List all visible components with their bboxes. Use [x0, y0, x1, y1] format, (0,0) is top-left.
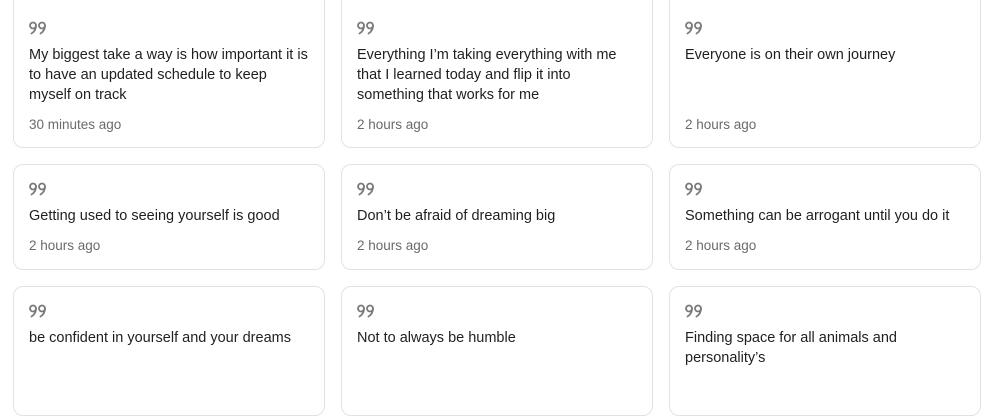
timestamp: 30 minutes ago [29, 117, 122, 132]
feedback-text: Getting used to seeing yourself is good [29, 208, 280, 224]
quote-icon [29, 304, 47, 318]
quote-icon [685, 182, 703, 196]
timestamp: 2 hours ago [29, 238, 101, 253]
quote-icon [357, 304, 375, 318]
feedback-card[interactable]: Finding space for all animals and person… [669, 286, 981, 416]
feedback-card[interactable]: Everyone is on their own journey 2 hours… [669, 0, 981, 148]
feedback-text: Something can be arrogant until you do i… [685, 208, 950, 224]
feedback-text: Not to always be humble [357, 330, 516, 346]
quote-icon [357, 21, 375, 35]
timestamp: 2 hours ago [685, 117, 757, 132]
feedback-card[interactable]: Something can be arrogant until you do i… [669, 164, 981, 270]
feedback-card[interactable]: Getting used to seeing yourself is good … [13, 164, 325, 270]
feedback-card[interactable]: be confident in yourself and your dreams [13, 286, 325, 416]
quote-icon [685, 21, 703, 35]
feedback-card[interactable]: My biggest take a way is how important i… [13, 0, 325, 148]
feedback-text: Everyone is on their own journey [685, 47, 896, 63]
feedback-card[interactable]: Everything I’m taking everything with me… [341, 0, 653, 148]
quote-icon [29, 182, 47, 196]
feedback-card-grid: My biggest take a way is how important i… [0, 0, 990, 416]
quote-icon [685, 304, 703, 318]
timestamp: 2 hours ago [357, 238, 429, 253]
feedback-text: be confident in yourself and your dreams [29, 330, 291, 346]
quote-icon [357, 182, 375, 196]
feedback-text: Finding space for all animals and person… [685, 330, 897, 366]
timestamp: 2 hours ago [357, 117, 429, 132]
quote-icon [29, 21, 47, 35]
feedback-card[interactable]: Not to always be humble [341, 286, 653, 416]
feedback-text: My biggest take a way is how important i… [29, 47, 308, 103]
feedback-card[interactable]: Don’t be afraid of dreaming big 2 hours … [341, 164, 653, 270]
feedback-text: Everything I’m taking everything with me… [357, 47, 617, 103]
feedback-text: Don’t be afraid of dreaming big [357, 208, 556, 224]
timestamp: 2 hours ago [685, 238, 757, 253]
